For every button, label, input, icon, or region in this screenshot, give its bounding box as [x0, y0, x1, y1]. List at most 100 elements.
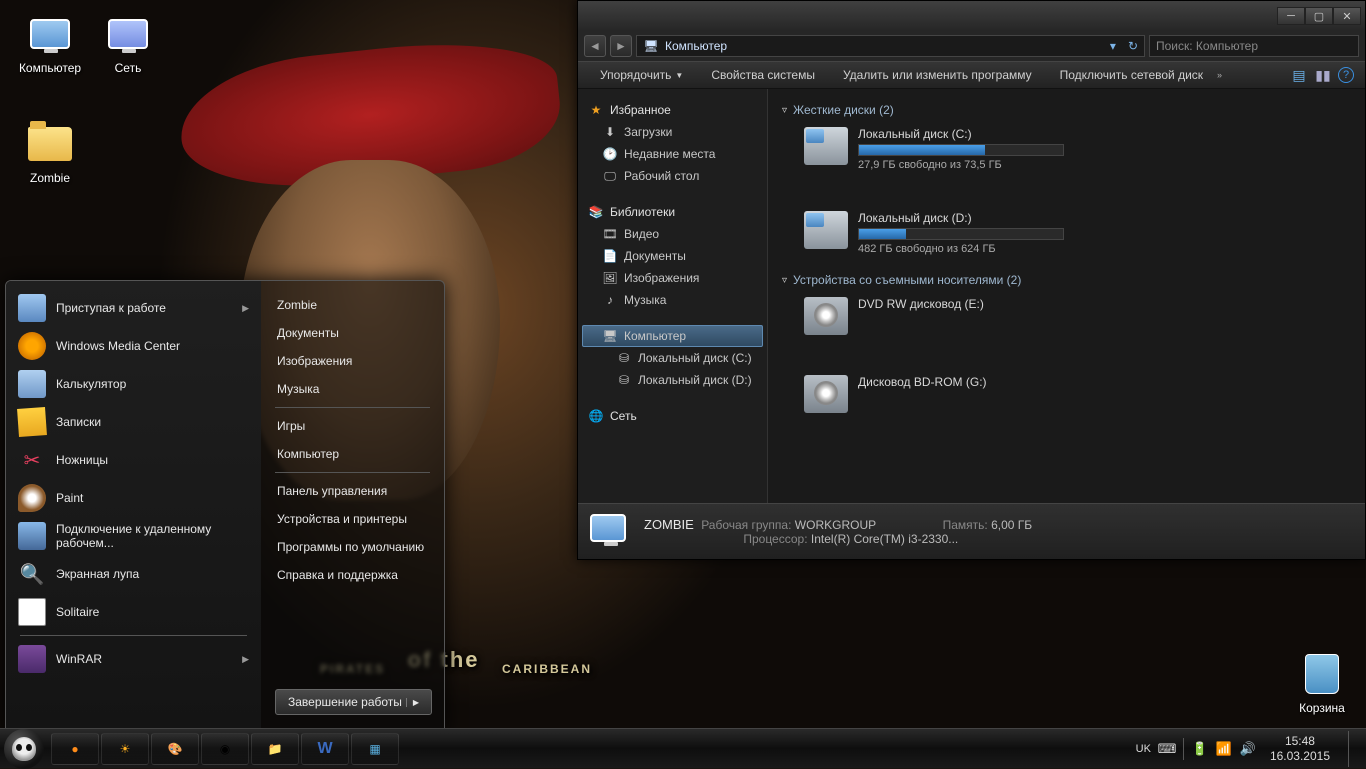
taskbar-paint[interactable]: 🎨 — [151, 733, 199, 765]
taskbar-firefox[interactable]: ● — [51, 733, 99, 765]
maximize-button[interactable]: ▢ — [1305, 7, 1333, 25]
place-default-programs[interactable]: Программы по умолчанию — [265, 533, 440, 561]
network-signal-icon[interactable]: 📶 — [1216, 741, 1232, 757]
pictures-icon: 🖼 — [602, 270, 618, 286]
details-pane: ZOMBIE Рабочая группа: WORKGROUP Память:… — [578, 503, 1365, 559]
program-getting-started[interactable]: Приступая к работе▶ — [10, 289, 257, 327]
sidebar-item-videos[interactable]: 🎞Видео — [582, 223, 763, 245]
program-paint[interactable]: Paint — [10, 479, 257, 517]
program-calculator[interactable]: Калькулятор — [10, 365, 257, 403]
desktop-icon-userfolder[interactable]: Zombie — [12, 120, 88, 185]
star-icon: ★ — [588, 102, 604, 118]
sidebar-item-desktop[interactable]: 🖵Рабочий стол — [582, 165, 763, 187]
chevron-down-icon[interactable]: ▾ — [1110, 39, 1116, 53]
navigation-pane: ★Избранное ⬇Загрузки 🕑Недавние места 🖵Ра… — [578, 89, 768, 503]
language-indicator[interactable]: UK — [1136, 743, 1151, 755]
refresh-icon[interactable]: ↻ — [1128, 39, 1138, 53]
view-mode-icon[interactable]: ▤ — [1290, 66, 1308, 84]
place-computer[interactable]: Компьютер — [265, 440, 440, 468]
place-user[interactable]: Zombie — [265, 291, 440, 319]
sidebar-item-music[interactable]: ♪Музыка — [582, 289, 763, 311]
desktop-icon-computer[interactable]: Компьютер — [12, 10, 88, 75]
capacity-bar — [858, 228, 1064, 240]
place-documents[interactable]: Документы — [265, 319, 440, 347]
taskbar-word[interactable]: W — [301, 733, 349, 765]
start-menu-programs: Приступая к работе▶ Windows Media Center… — [6, 281, 261, 733]
palette-icon: 🎨 — [168, 742, 183, 756]
start-menu: Приступая к работе▶ Windows Media Center… — [5, 280, 445, 734]
desktop-icon-network[interactable]: Сеть — [90, 10, 166, 75]
icon-label: Компьютер — [19, 61, 81, 75]
place-control-panel[interactable]: Панель управления — [265, 477, 440, 505]
sidebar-item-documents[interactable]: 📄Документы — [582, 245, 763, 267]
system-properties-button[interactable]: Свойства системы — [697, 62, 829, 88]
scissors-icon: ✂ — [18, 446, 46, 474]
titlebar[interactable]: ─ ▢ ✕ — [578, 1, 1365, 31]
drive-d[interactable]: Локальный диск (D:) 482 ГБ свободно из 6… — [804, 211, 1064, 255]
search-input[interactable]: Поиск: Компьютер — [1149, 35, 1359, 57]
program-media-center[interactable]: Windows Media Center — [10, 327, 257, 365]
firefox-icon: ● — [71, 742, 78, 756]
battery-icon[interactable]: 🔋 — [1192, 741, 1208, 757]
place-music[interactable]: Музыка — [265, 375, 440, 403]
keyboard-icon[interactable]: ⌨ — [1159, 741, 1175, 757]
program-sticky-notes[interactable]: Записки — [10, 403, 257, 441]
place-devices[interactable]: Устройства и принтеры — [265, 505, 440, 533]
drive-icon: ⛁ — [616, 350, 632, 366]
sidebar-item-drive-d[interactable]: ⛁Локальный диск (D:) — [582, 369, 763, 391]
category-hdd[interactable]: ▿Жесткие диски (2) — [782, 103, 1351, 117]
libraries-header[interactable]: 📚Библиотеки — [582, 201, 763, 223]
sidebar-item-network[interactable]: 🌐Сеть — [582, 405, 763, 427]
taskbar-explorer[interactable]: 📁 — [251, 733, 299, 765]
taskbar-app-orange[interactable]: ☀ — [101, 733, 149, 765]
place-help[interactable]: Справка и поддержка — [265, 561, 440, 589]
icon-label: Корзина — [1299, 701, 1345, 715]
preview-pane-icon[interactable]: ▮▮ — [1314, 66, 1332, 84]
map-drive-button[interactable]: Подключить сетевой диск — [1046, 62, 1217, 88]
dvd-icon — [804, 297, 848, 335]
clock[interactable]: 15:48 16.03.2015 — [1264, 734, 1336, 763]
start-button[interactable] — [4, 729, 44, 769]
computer-name: ZOMBIE — [644, 517, 694, 532]
address-bar[interactable]: 🖥 Компьютер ▾ ↻ — [636, 35, 1145, 57]
favorites-header[interactable]: ★Избранное — [582, 99, 763, 121]
nav-bar: ◄ ► 🖥 Компьютер ▾ ↻ Поиск: Компьютер — [578, 31, 1365, 61]
program-rdp[interactable]: Подключение к удаленному рабочем... — [10, 517, 257, 555]
sidebar-item-pictures[interactable]: 🖼Изображения — [582, 267, 763, 289]
program-snipping-tool[interactable]: ✂Ножницы — [10, 441, 257, 479]
sidebar-item-downloads[interactable]: ⬇Загрузки — [582, 121, 763, 143]
organize-menu[interactable]: Упорядочить ▼ — [586, 62, 697, 88]
media-center-icon — [18, 332, 46, 360]
back-button[interactable]: ◄ — [584, 35, 606, 57]
computer-icon: 🖥 — [602, 328, 618, 344]
close-button[interactable]: ✕ — [1333, 7, 1361, 25]
drive-e[interactable]: DVD RW дисковод (E:) — [804, 297, 1064, 335]
volume-icon[interactable]: 🔊 — [1240, 741, 1256, 757]
place-games[interactable]: Игры — [265, 412, 440, 440]
taskbar-app-blue[interactable]: ▦ — [351, 733, 399, 765]
forward-button[interactable]: ► — [610, 35, 632, 57]
uninstall-button[interactable]: Удалить или изменить программу — [829, 62, 1046, 88]
drive-c[interactable]: Локальный диск (C:) 27,9 ГБ свободно из … — [804, 127, 1064, 171]
computer-icon — [590, 514, 630, 550]
minimize-button[interactable]: ─ — [1277, 7, 1305, 25]
help-icon[interactable]: ? — [1338, 67, 1354, 83]
place-pictures[interactable]: Изображения — [265, 347, 440, 375]
program-solitaire[interactable]: Solitaire — [10, 593, 257, 631]
desktop-icon-recyclebin[interactable]: Корзина — [1284, 650, 1360, 715]
sidebar-item-computer[interactable]: 🖥Компьютер — [582, 325, 763, 347]
program-winrar[interactable]: WinRAR▶ — [10, 640, 257, 678]
drive-icon: ⛁ — [616, 372, 632, 388]
getting-started-icon — [18, 294, 46, 322]
app-icon: ☀ — [120, 742, 131, 756]
network-icon: 🌐 — [588, 408, 604, 424]
sidebar-item-drive-c[interactable]: ⛁Локальный диск (C:) — [582, 347, 763, 369]
taskbar-chrome[interactable]: ◉ — [201, 733, 249, 765]
sidebar-item-recent[interactable]: 🕑Недавние места — [582, 143, 763, 165]
category-removable[interactable]: ▿Устройства со съемными носителями (2) — [782, 273, 1351, 287]
drive-g[interactable]: Дисковод BD-ROM (G:) — [804, 375, 1064, 413]
program-magnifier[interactable]: 🔍Экранная лупа — [10, 555, 257, 593]
show-desktop-button[interactable] — [1348, 731, 1358, 767]
drive-icon — [804, 211, 848, 249]
shutdown-button[interactable]: Завершение работы▶ — [275, 689, 432, 715]
